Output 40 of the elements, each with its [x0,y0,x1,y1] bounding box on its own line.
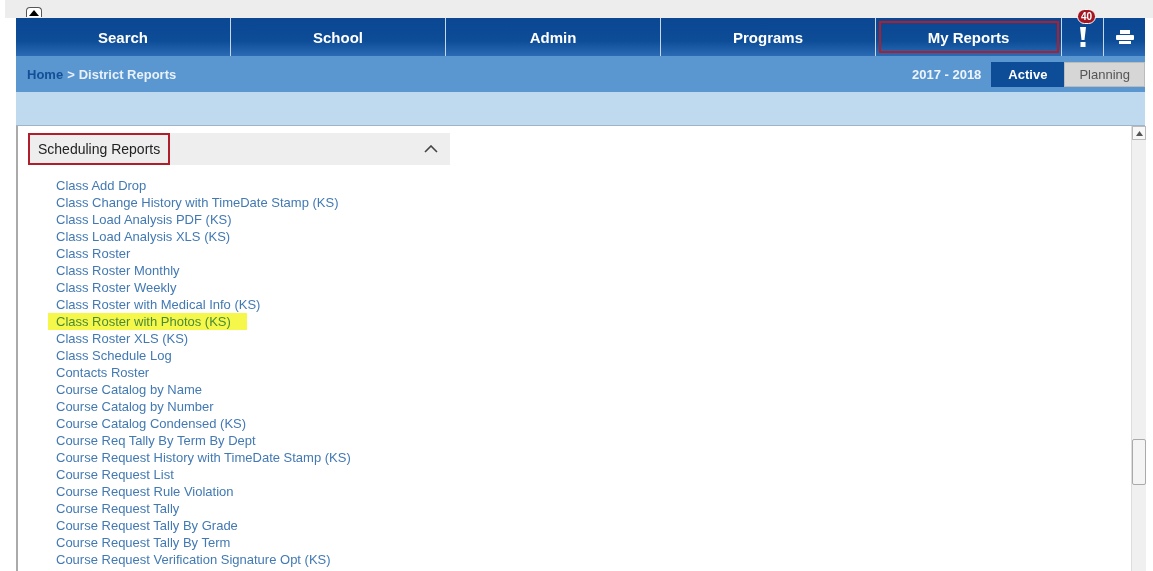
scrollbar-thumb[interactable] [1132,439,1146,485]
report-link[interactable]: Course Request History with TimeDate Stamp (KS) [56,449,351,466]
report-link[interactable]: Class Load Analysis PDF (KS) [56,211,232,228]
printer-icon[interactable] [1115,30,1134,44]
breadcrumb-current: District Reports [78,66,177,82]
collapse-button[interactable] [26,7,42,17]
report-link[interactable]: Course Request Verification Signature Opt (KS) [56,551,331,568]
report-link[interactable]: Class Roster with Photos (KS) [48,313,247,330]
report-link[interactable]: Class Change History with TimeDate Stamp (KS) [56,194,339,211]
report-link[interactable]: Course Request Tally By Grade [56,517,238,534]
chevron-icon[interactable] [424,145,438,153]
report-link[interactable]: Class Roster Weekly [56,279,177,296]
report-link[interactable]: Course Request Rule Violation [56,483,234,500]
report-link[interactable]: Course Catalog by Name [56,381,202,398]
report-link[interactable]: Course Request Tally [56,500,180,517]
exclamation-icon[interactable] [1078,27,1087,47]
report-link[interactable]: Course Req Tally By Term By Dept [56,432,256,449]
up-arrow-icon[interactable] [1135,130,1143,136]
report-link[interactable]: Contacts Roster [56,364,150,381]
section-title: Scheduling Reports [30,135,169,163]
report-link[interactable]: Course Catalog Condensed (KS) [56,415,247,432]
report-link[interactable]: Class Add Drop [56,177,147,194]
alert-count-badge: 40 [1077,9,1097,24]
report-link[interactable]: Class Roster with Medical Info (KS) [56,296,261,313]
report-link[interactable]: Class Roster [56,245,131,262]
nav-tab[interactable]: My Reports [876,18,1062,56]
mode-tab[interactable]: Active [991,61,1065,87]
home-link[interactable]: Home [27,66,64,82]
mode-tab[interactable]: Planning [1064,61,1145,87]
report-link[interactable]: Course Request List [56,466,174,483]
report-link[interactable]: Course Catalog by Number [56,398,214,415]
section-header[interactable]: Scheduling Reports [30,133,450,165]
report-link[interactable]: Class Roster XLS (KS) [56,330,189,347]
report-link[interactable]: Class Schedule Log [56,347,172,364]
report-link[interactable]: Class Load Analysis XLS (KS) [56,228,231,245]
report-link[interactable]: Course Request Tally By Term [56,534,231,551]
school-year: 2017 - 2018 [911,66,982,82]
scroll-up-button[interactable] [1132,126,1146,140]
breadcrumb-separator: > [67,66,75,82]
report-link[interactable]: Class Roster Monthly [56,262,180,279]
